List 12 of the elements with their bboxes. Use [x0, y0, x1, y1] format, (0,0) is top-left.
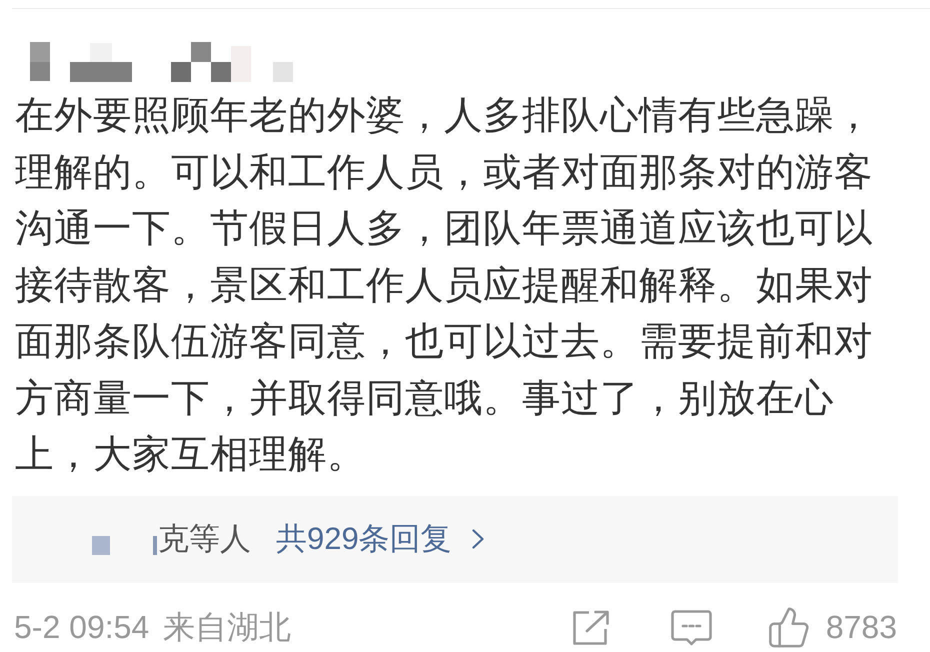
- post-time: 5-2 09:54: [14, 609, 150, 646]
- share-icon[interactable]: [572, 610, 610, 646]
- pixelated-avatar-drawing: [92, 536, 157, 554]
- chevron-right-icon: [472, 529, 484, 549]
- comment-icon[interactable]: [670, 610, 712, 646]
- replies-count: 共929条回复: [276, 520, 452, 558]
- like-count: 8783: [826, 609, 897, 646]
- comment-text: 在外要照顾年老的外婆，人多排队心情有些急躁，理解的。可以和工作人员，或者对面那条对的游客沟通一下。节假日人多，团队年票通道应该也可以接待散客，景区和工作人员应提醒和解释。如果对面那条队伍游客同意，也可以过去。需要提前和对方商量一下，并取得同意哦。事过了，别放在心上，大家互相理解。: [15, 93, 874, 478]
- reply-authors: 克等人: [158, 520, 251, 558]
- like-icon[interactable]: [768, 607, 810, 648]
- post-location: 来自湖北: [163, 608, 292, 646]
- replies-link[interactable]: 共929条回复: [276, 518, 484, 560]
